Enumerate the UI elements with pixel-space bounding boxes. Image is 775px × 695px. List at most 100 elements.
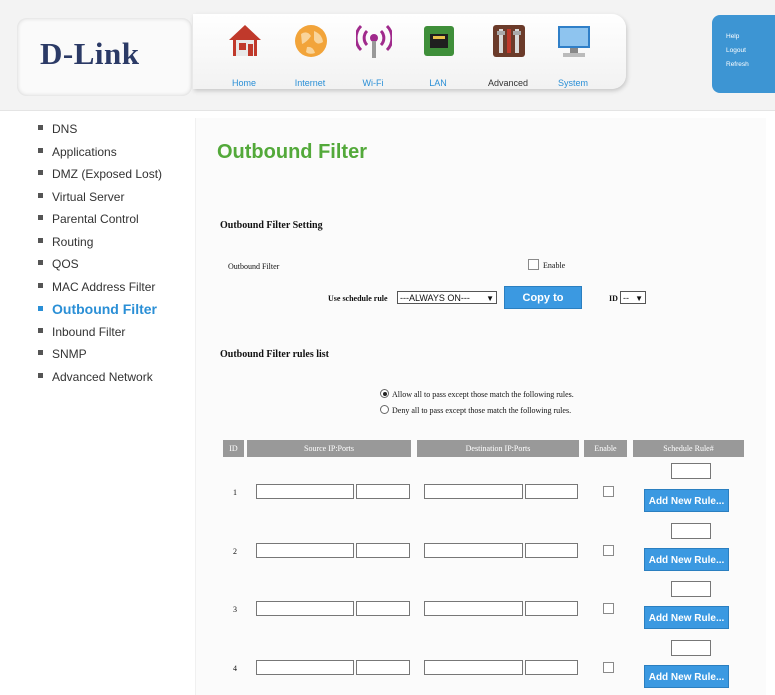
row-id: 4: [233, 664, 237, 673]
sidebar-item-label: Outbound Filter: [52, 301, 157, 317]
deny-radio[interactable]: [380, 405, 389, 414]
nav-advanced[interactable]: Advanced: [478, 22, 538, 88]
sidebar-item-dmz[interactable]: DMZ (Exposed Lost): [38, 163, 162, 186]
nav-lan[interactable]: LAN: [408, 22, 468, 88]
add-new-rule-button[interactable]: Add New Rule...: [644, 489, 729, 512]
source-ip-input[interactable]: [256, 660, 354, 675]
bullet-icon: [38, 170, 43, 176]
dest-ip-input[interactable]: [424, 484, 523, 499]
sidebar-item-label: Routing: [52, 234, 94, 249]
copy-to-button[interactable]: Copy to: [504, 286, 582, 309]
dest-ip-input[interactable]: [424, 660, 523, 675]
dest-port-input[interactable]: [525, 660, 578, 675]
chevron-down-icon: ▼: [486, 294, 494, 303]
nav-label: Home: [231, 78, 256, 88]
sidebar-item-mac-filter[interactable]: MAC Address Filter: [38, 276, 162, 299]
sidebar-item-snmp[interactable]: SNMP: [38, 343, 162, 366]
bullet-icon: [38, 372, 43, 378]
id-select-value: --: [623, 293, 629, 303]
allow-radio[interactable]: [380, 389, 389, 398]
source-port-input[interactable]: [356, 484, 410, 499]
bullet-icon: [38, 147, 43, 153]
schedule-select[interactable]: ---ALWAYS ON--- ▼: [397, 291, 497, 304]
schedule-select-value: ---ALWAYS ON---: [400, 293, 470, 303]
schedule-rule-input[interactable]: [671, 523, 711, 539]
enable-checkbox[interactable]: [528, 259, 539, 270]
source-ip-input[interactable]: [256, 601, 354, 616]
bullet-icon: [38, 215, 43, 221]
home-icon: [229, 25, 261, 56]
allow-radio-label: Allow all to pass except those match the…: [392, 390, 574, 399]
source-ip-input[interactable]: [256, 484, 354, 499]
nav-label: Internet: [294, 78, 326, 88]
filter-label: Outbound Filter: [228, 262, 280, 271]
sidebar-item-virtual-server[interactable]: Virtual Server: [38, 186, 162, 209]
row-enable-checkbox[interactable]: [603, 603, 614, 614]
bullet-icon: [38, 260, 43, 266]
add-new-rule-button[interactable]: Add New Rule...: [644, 548, 729, 571]
id-label: ID: [609, 294, 618, 303]
nav-system[interactable]: System: [543, 22, 603, 88]
main-nav: Home Internet Wi-Fi LAN Advanced System: [193, 14, 626, 89]
sidebar-item-qos[interactable]: QOS: [38, 253, 162, 276]
dest-ip-input[interactable]: [424, 601, 523, 616]
help-link[interactable]: Help: [726, 30, 775, 44]
id-select[interactable]: -- ▼: [620, 291, 646, 304]
logout-link[interactable]: Logout: [726, 44, 775, 58]
sidebar-item-routing[interactable]: Routing: [38, 231, 162, 254]
source-port-input[interactable]: [356, 543, 410, 558]
sidebar-item-label: Inbound Filter: [52, 324, 126, 339]
wifi-icon: [356, 24, 392, 58]
sidebar-item-dns[interactable]: DNS: [38, 118, 162, 141]
sidebar-item-advanced-network[interactable]: Advanced Network: [38, 366, 162, 389]
sidebar-item-outbound-filter[interactable]: Outbound Filter: [38, 298, 162, 321]
nav-wifi[interactable]: Wi-Fi: [343, 22, 403, 88]
bullet-icon: [38, 192, 43, 198]
nav-home[interactable]: Home: [214, 22, 274, 88]
sidebar-item-label: Virtual Server: [52, 189, 125, 204]
refresh-link[interactable]: Refresh: [726, 58, 775, 72]
sidebar-item-label: Parental Control: [52, 212, 139, 226]
schedule-rule-input[interactable]: [671, 640, 711, 656]
sidebar-item-label: Advanced Network: [52, 369, 153, 384]
row-enable-checkbox[interactable]: [603, 545, 614, 556]
sidebar-item-label: MAC Address Filter: [52, 279, 156, 294]
source-port-input[interactable]: [356, 601, 410, 616]
col-header-source: Source IP:Ports: [247, 440, 411, 457]
sidebar-item-label: QOS: [52, 257, 79, 271]
row-enable-checkbox[interactable]: [603, 662, 614, 673]
bullet-icon: [38, 282, 43, 288]
bullet-icon: [38, 237, 43, 243]
sidebar: DNS Applications DMZ (Exposed Lost) Virt…: [38, 118, 162, 388]
row-id: 1: [233, 488, 237, 497]
col-header-id: ID: [223, 440, 244, 457]
sidebar-item-applications[interactable]: Applications: [38, 141, 162, 164]
rules-heading: Outbound Filter rules list: [220, 349, 329, 360]
account-panel: Help Logout Refresh: [712, 15, 775, 93]
lan-icon: [424, 26, 454, 56]
col-header-schedule: Schedule Rule#: [633, 440, 744, 457]
dest-port-input[interactable]: [525, 601, 578, 616]
dlink-logo: D-Link: [40, 36, 140, 71]
row-id: 2: [233, 547, 237, 556]
sidebar-item-label: DMZ (Exposed Lost): [52, 167, 163, 181]
schedule-rule-input[interactable]: [671, 581, 711, 597]
add-new-rule-button[interactable]: Add New Rule...: [644, 606, 729, 629]
enable-label: Enable: [543, 261, 566, 270]
dest-port-input[interactable]: [525, 484, 578, 499]
globe-icon: [295, 25, 327, 57]
add-new-rule-button[interactable]: Add New Rule...: [644, 665, 729, 688]
dest-ip-input[interactable]: [424, 543, 523, 558]
bullet-icon: [38, 350, 43, 356]
dest-port-input[interactable]: [525, 543, 578, 558]
row-enable-checkbox[interactable]: [603, 486, 614, 497]
sidebar-item-inbound-filter[interactable]: Inbound Filter: [38, 321, 162, 344]
sidebar-item-label: DNS: [52, 122, 78, 136]
sidebar-item-parental-control[interactable]: Parental Control: [38, 208, 162, 231]
source-port-input[interactable]: [356, 660, 410, 675]
page-title: Outbound Filter: [217, 141, 367, 163]
nav-internet[interactable]: Internet: [280, 22, 340, 88]
schedule-rule-input[interactable]: [671, 463, 711, 479]
nav-label: LAN: [429, 78, 447, 88]
source-ip-input[interactable]: [256, 543, 354, 558]
